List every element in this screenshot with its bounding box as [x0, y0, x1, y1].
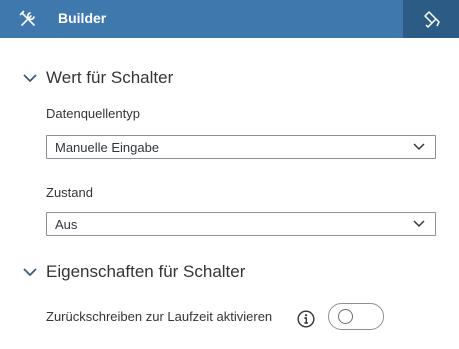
section-title: Eigenschaften für Schalter	[46, 262, 246, 281]
chevron-down-icon	[413, 143, 425, 151]
data-source-type-value: Manuelle Eingabe	[55, 140, 160, 155]
state-value: Aus	[55, 217, 78, 232]
state-label: Zustand	[46, 185, 93, 200]
writeback-toggle-switch[interactable]	[328, 303, 384, 330]
chevron-down-icon	[23, 74, 37, 83]
panel-title: Builder	[58, 10, 107, 26]
chevron-down-icon	[413, 220, 425, 228]
data-source-type-select[interactable]: Manuelle Eingabe	[46, 135, 436, 159]
info-icon[interactable]	[297, 310, 315, 328]
format-paint-icon	[424, 11, 440, 28]
writeback-label: Zurückschreiben zur Laufzeit aktivieren	[46, 309, 273, 324]
section-title: Wert für Schalter	[46, 68, 174, 87]
format-panel-button[interactable]	[403, 0, 459, 38]
switch-knob	[338, 309, 353, 324]
builder-header: Builder	[0, 0, 459, 38]
state-select[interactable]: Aus	[46, 212, 436, 236]
chevron-down-icon	[23, 268, 37, 277]
tools-icon	[18, 9, 38, 29]
data-source-type-label: Datenquellentyp	[46, 106, 140, 121]
